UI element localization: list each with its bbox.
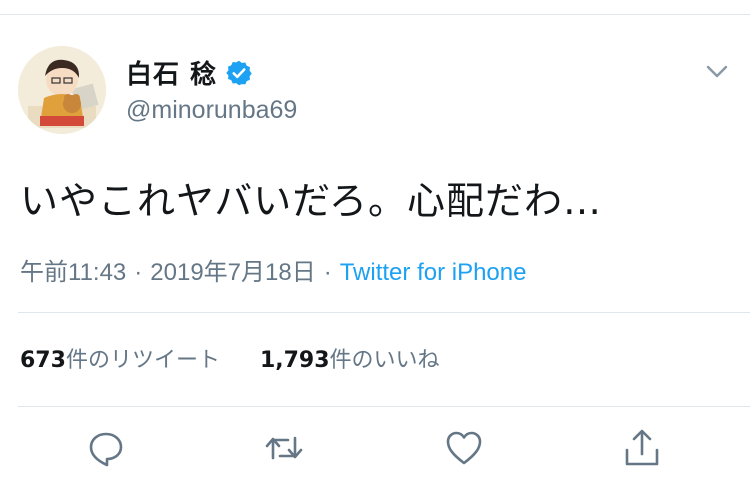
tweet-time: 午前11:43 — [20, 259, 127, 286]
avatar-illustration — [18, 46, 106, 134]
verified-badge-icon — [225, 59, 253, 87]
tweet-text: いやこれヤバいだろ。心配だわ… — [20, 179, 602, 223]
retweets-count: 673 — [20, 348, 66, 373]
likes-label: 件のいいね — [329, 348, 440, 373]
tweet-stats: 673件のリツイート 1,793件のいいね — [20, 342, 440, 374]
avatar[interactable] — [18, 46, 106, 134]
meta-separator: · — [323, 259, 332, 286]
meta-separator: · — [134, 259, 143, 286]
retweets-stat[interactable]: 673件のリツイート — [20, 348, 220, 373]
top-divider — [0, 14, 750, 15]
tweet-meta: 午前11:43 · 2019年7月18日 · Twitter for iPhone — [20, 252, 526, 287]
author-name[interactable]: 白石 稔 — [126, 54, 217, 91]
author-row[interactable]: 白石 稔 — [126, 54, 253, 91]
heart-icon[interactable] — [444, 428, 484, 468]
chevron-down-icon[interactable] — [704, 62, 730, 82]
tweet-date: 2019年7月18日 — [150, 259, 316, 286]
share-icon[interactable] — [622, 428, 662, 468]
retweet-icon[interactable] — [264, 428, 304, 468]
likes-stat[interactable]: 1,793件のいいね — [260, 348, 440, 373]
divider — [18, 406, 750, 407]
reply-icon[interactable] — [86, 428, 126, 468]
likes-count: 1,793 — [259, 348, 330, 373]
divider — [18, 312, 750, 313]
tweet-source-link[interactable]: Twitter for iPhone — [340, 259, 527, 286]
retweets-label: 件のリツイート — [65, 348, 220, 373]
action-bar — [0, 428, 750, 478]
author-handle[interactable]: @minorunba69 — [126, 96, 297, 125]
